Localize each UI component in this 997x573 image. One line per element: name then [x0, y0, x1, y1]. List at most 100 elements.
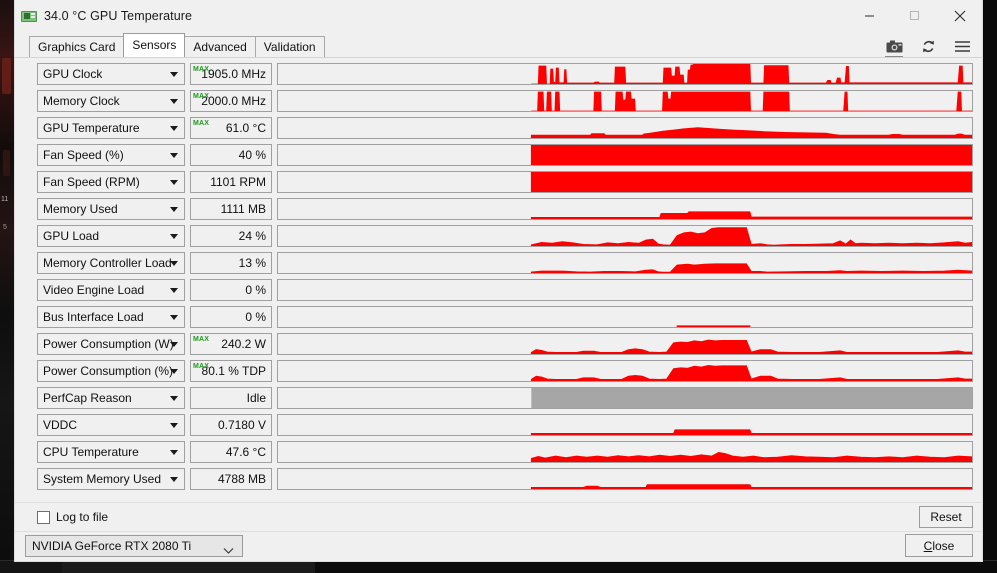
sensor-value-text: 240.2 W [221, 336, 266, 351]
chevron-down-icon [170, 422, 178, 428]
tab-graphics-card[interactable]: Graphics Card [29, 36, 125, 57]
sensor-select-power-consumption-pct[interactable]: Power Consumption (%) [37, 359, 185, 382]
hamburger-menu-icon[interactable] [952, 37, 972, 55]
sensor-graph-vddc[interactable] [277, 413, 973, 436]
sensor-graph-system-memory-used[interactable] [277, 467, 973, 490]
chevron-down-icon [170, 449, 178, 455]
sensor-select-memory-clock[interactable]: Memory Clock [37, 89, 185, 112]
sensor-select-cpu-temperature[interactable]: CPU Temperature [37, 440, 185, 463]
sensor-row: VDDC 0.7180 V [23, 411, 978, 438]
sensor-graph-fan-speed-pct[interactable] [277, 143, 973, 166]
sensor-graph-power-consumption-pct[interactable] [277, 359, 973, 382]
sensor-value-text: 1905.0 MHz [201, 66, 266, 81]
toolbar [884, 37, 972, 57]
sensor-value-text: 4788 MB [217, 471, 266, 486]
chevron-down-icon [170, 314, 178, 320]
sensor-value-text: 13 % [238, 255, 266, 270]
select-row: NVIDIA GeForce RTX 2080 Ti Close [15, 531, 982, 561]
sensor-row: Video Engine Load 0 % [23, 276, 978, 303]
sensor-value-text: 0.7180 V [217, 417, 266, 432]
sensor-select-memory-used[interactable]: Memory Used [37, 197, 185, 220]
sensor-value-text: 2000.0 MHz [201, 93, 266, 108]
sensor-name-label: Memory Controller Load [43, 255, 172, 270]
sensor-name-label: GPU Load [43, 228, 100, 243]
sensor-list: GPU Clock MAX 1905.0 MHz Memory Clock MAX 200… [23, 60, 978, 492]
gpuz-window: 34.0 °C GPU Temperature Graphics Card Se… [14, 0, 983, 562]
gpu-select-value: NVIDIA GeForce RTX 2080 Ti [32, 539, 192, 553]
gpu-select[interactable]: NVIDIA GeForce RTX 2080 Ti [25, 535, 243, 557]
minimize-button[interactable] [847, 0, 892, 31]
sensor-value-gpu-temperature: MAX 61.0 °C [190, 116, 272, 139]
gpu-card-icon [21, 8, 37, 24]
chevron-down-icon [170, 206, 178, 212]
sensor-row: Memory Clock MAX 2000.0 MHz [23, 87, 978, 114]
tab-advanced[interactable]: Advanced [184, 36, 256, 57]
sensor-row: CPU Temperature 47.6 °C [23, 438, 978, 465]
reset-button[interactable]: Reset [919, 506, 973, 528]
chevron-down-icon [170, 98, 178, 104]
sensor-value-text: 61.0 °C [225, 120, 266, 135]
sensor-row: GPU Load 24 % [23, 222, 978, 249]
sensor-graph-memory-controller-load[interactable] [277, 251, 973, 274]
sensor-graph-memory-clock[interactable] [277, 89, 973, 112]
max-badge: MAX [193, 92, 210, 100]
sensor-select-bus-interface-load[interactable]: Bus Interface Load [37, 305, 185, 328]
sensor-graph-power-consumption-w[interactable] [277, 332, 973, 355]
sensor-value-system-memory-used: 4788 MB [190, 467, 272, 490]
sensor-select-vddc[interactable]: VDDC [37, 413, 185, 436]
sensor-row: Bus Interface Load 0 % [23, 303, 978, 330]
sensor-value-text: 24 % [238, 228, 266, 243]
sensor-value-cpu-temperature: 47.6 °C [190, 440, 272, 463]
sensor-select-fan-speed-pct[interactable]: Fan Speed (%) [37, 143, 185, 166]
sensor-select-gpu-temperature[interactable]: GPU Temperature [37, 116, 185, 139]
tab-sensors[interactable]: Sensors [123, 33, 186, 57]
sensor-graph-gpu-temperature[interactable] [277, 116, 973, 139]
sensor-graph-cpu-temperature[interactable] [277, 440, 973, 463]
tab-validation[interactable]: Validation [254, 36, 325, 57]
sensor-row: System Memory Used 4788 MB [23, 465, 978, 492]
sensors-panel: GPU Clock MAX 1905.0 MHz Memory Clock MAX 200… [15, 57, 982, 502]
log-row: Log to file Reset [15, 502, 982, 531]
window-controls [847, 0, 982, 31]
close-button[interactable]: Close [905, 534, 973, 557]
sensor-name-label: GPU Clock [43, 66, 103, 81]
sensor-graph-gpu-load[interactable] [277, 224, 973, 247]
sensor-select-fan-speed-rpm[interactable]: Fan Speed (RPM) [37, 170, 185, 193]
sensor-select-system-memory-used[interactable]: System Memory Used [37, 467, 185, 490]
sensor-value-bus-interface-load: 0 % [190, 305, 272, 328]
sensor-value-memory-controller-load: 13 % [190, 251, 272, 274]
sensor-value-text: 0 % [245, 309, 266, 324]
sensor-name-label: Power Consumption (W) [43, 336, 174, 351]
sensor-select-video-engine-load[interactable]: Video Engine Load [37, 278, 185, 301]
sensor-name-label: Memory Clock [43, 93, 120, 108]
chevron-down-icon [170, 125, 178, 131]
sensor-value-text: 80.1 % TDP [201, 363, 266, 378]
sensor-row: Fan Speed (%) 40 % [23, 141, 978, 168]
camera-icon[interactable] [884, 37, 904, 57]
sensor-graph-video-engine-load[interactable] [277, 278, 973, 301]
sensor-name-label: PerfCap Reason [43, 390, 132, 405]
sensor-graph-fan-speed-rpm[interactable] [277, 170, 973, 193]
sensor-value-fan-speed-pct: 40 % [190, 143, 272, 166]
sensor-value-memory-used: 1111 MB [190, 197, 272, 220]
sensor-select-gpu-clock[interactable]: GPU Clock [37, 62, 185, 85]
sensor-name-label: Bus Interface Load [43, 309, 144, 324]
sensor-name-label: Memory Used [43, 201, 118, 216]
sensor-select-perfcap-reason[interactable]: PerfCap Reason [37, 386, 185, 409]
sensor-graph-perfcap-reason[interactable] [277, 386, 973, 409]
sensor-value-perfcap-reason: Idle [190, 386, 272, 409]
sensor-select-gpu-load[interactable]: GPU Load [37, 224, 185, 247]
maximize-button[interactable] [892, 0, 937, 31]
chevron-down-icon [170, 287, 178, 293]
close-window-button[interactable] [937, 0, 982, 31]
sensor-select-memory-controller-load[interactable]: Memory Controller Load [37, 251, 185, 274]
sensor-graph-memory-used[interactable] [277, 197, 973, 220]
sensor-select-power-consumption-w[interactable]: Power Consumption (W) [37, 332, 185, 355]
sensor-graph-bus-interface-load[interactable] [277, 305, 973, 328]
log-to-file-checkbox[interactable] [37, 510, 50, 524]
chevron-down-icon [223, 542, 234, 560]
sensor-graph-gpu-clock[interactable] [277, 62, 973, 85]
close-button-accel: C [923, 538, 933, 553]
close-button-rest: lose [932, 538, 955, 553]
refresh-icon[interactable] [918, 37, 938, 55]
